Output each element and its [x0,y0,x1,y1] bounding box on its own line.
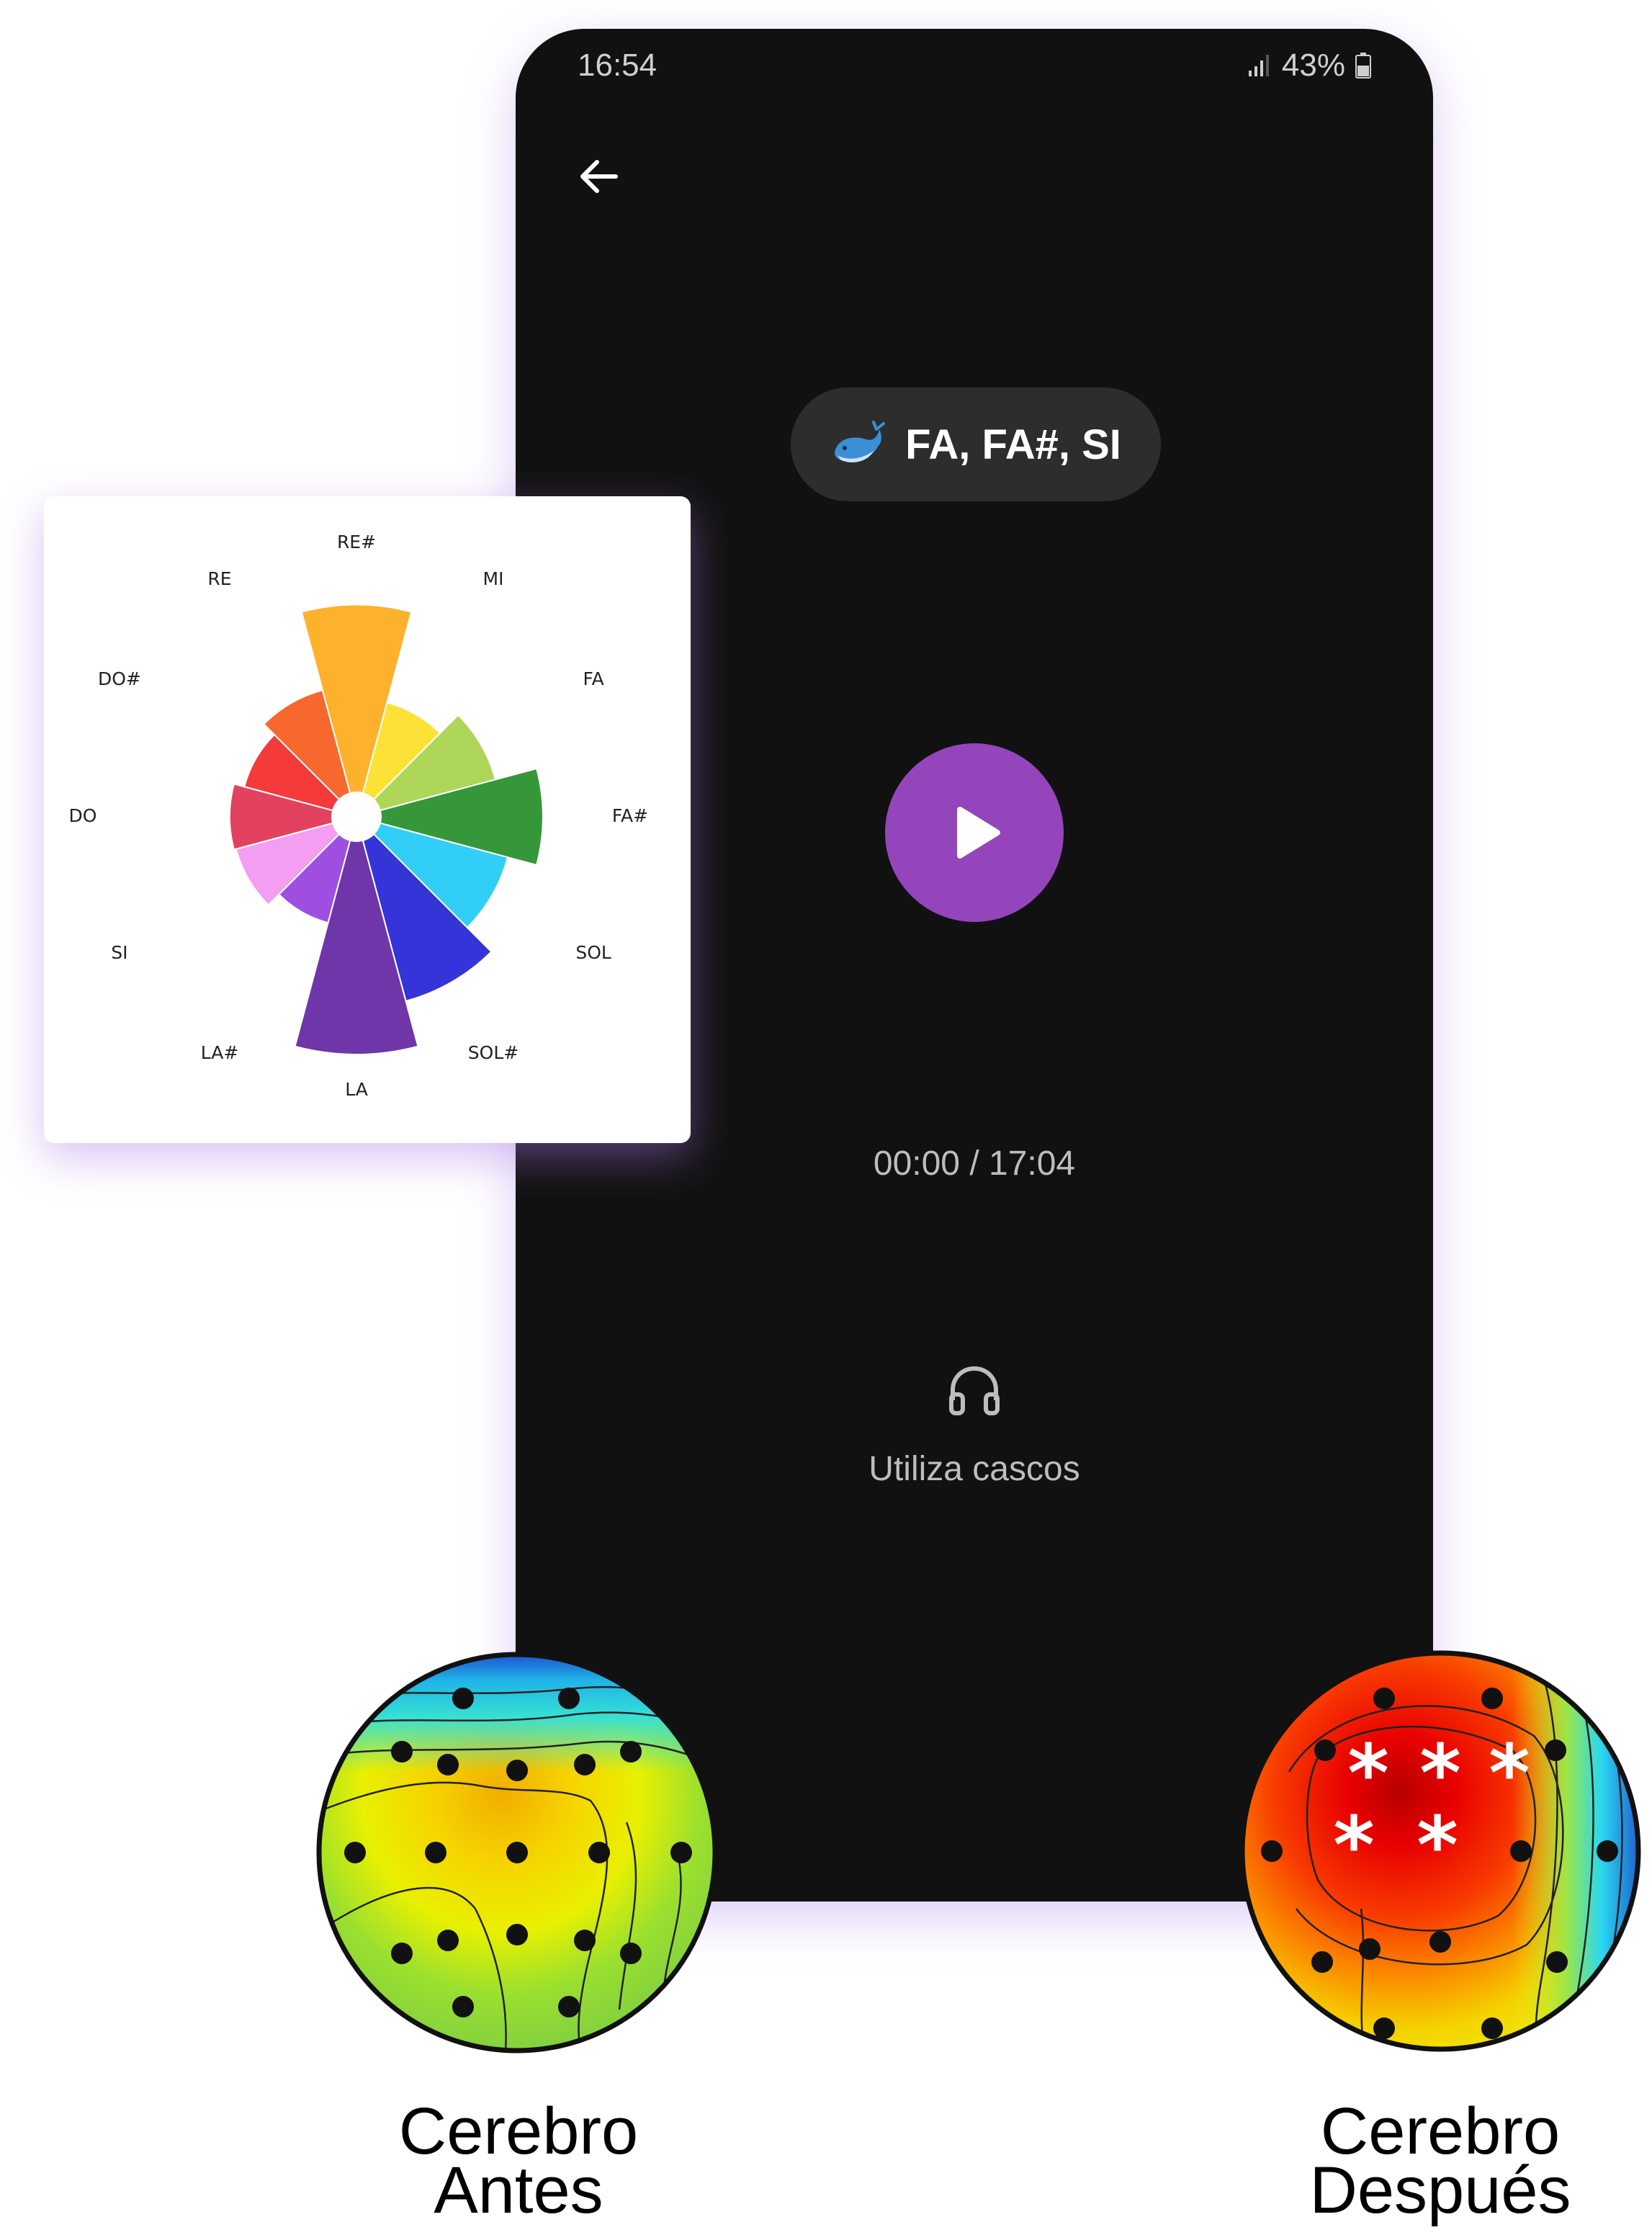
battery-percent: 43% [1281,48,1345,83]
chord-label: FA, FA#, SI [905,421,1121,468]
brain-caption-after: Cerebro Después [1267,2095,1613,2227]
polar-center-hole [332,792,381,841]
play-icon [957,807,1000,859]
svg-text:*: * [1489,1727,1530,1819]
polar-label-si: SI [111,942,127,963]
svg-text:*: * [1333,1799,1375,1891]
polar-label-do: DO [69,805,97,826]
back-button[interactable] [559,137,638,216]
brain-map-after: * * * * * [1239,1650,1641,2052]
signal-icon [1248,55,1269,76]
chord-chip: FA, FA#, SI [791,388,1161,501]
battery-icon [1355,53,1371,79]
polar-label-mi: MI [483,568,504,589]
playback-time: 00:00 / 17:04 [873,1145,1076,1183]
brain-caption-before-line1: Cerebro [398,2095,639,2168]
polar-label-fa-sharp: FA# [612,805,648,826]
polar-label-re: RE [207,568,231,589]
polar-label-re-sharp: RE# [337,532,376,552]
polar-label-la: LA [345,1079,368,1100]
status-time: 16:54 [578,48,657,83]
polar-label-do-sharp: DO# [98,668,141,689]
back-arrow-icon [580,160,618,193]
polar-label-sol: SOL [575,942,611,963]
polar-label-fa: FA [583,668,603,689]
brain-map-before [316,1652,718,2053]
brain-caption-after-line1: Cerebro [1320,2095,1561,2168]
status-indicators: 43% [1247,48,1371,84]
brain-caption-after-line2: Después [1309,2154,1571,2227]
polar-bar-chart: DO DO# RE RE# MI FA FA# SOL SOL# LA LA# SI [69,532,649,1100]
note-distribution-chart: DO DO# RE RE# MI FA FA# SOL SOL# LA LA# SI [44,496,691,1143]
svg-text:*: * [1417,1799,1458,1891]
headphones-icon [949,1366,1000,1415]
brain-caption-before-line2: Antes [434,2154,603,2227]
headphones-hint: Utiliza cascos [868,1450,1080,1488]
polar-label-la-sharp: LA# [201,1042,239,1063]
play-button[interactable] [885,743,1064,922]
whale-icon [835,421,886,462]
brain-caption-before: Cerebro Antes [346,2095,691,2227]
polar-label-sol-sharp: SOL# [468,1042,519,1063]
